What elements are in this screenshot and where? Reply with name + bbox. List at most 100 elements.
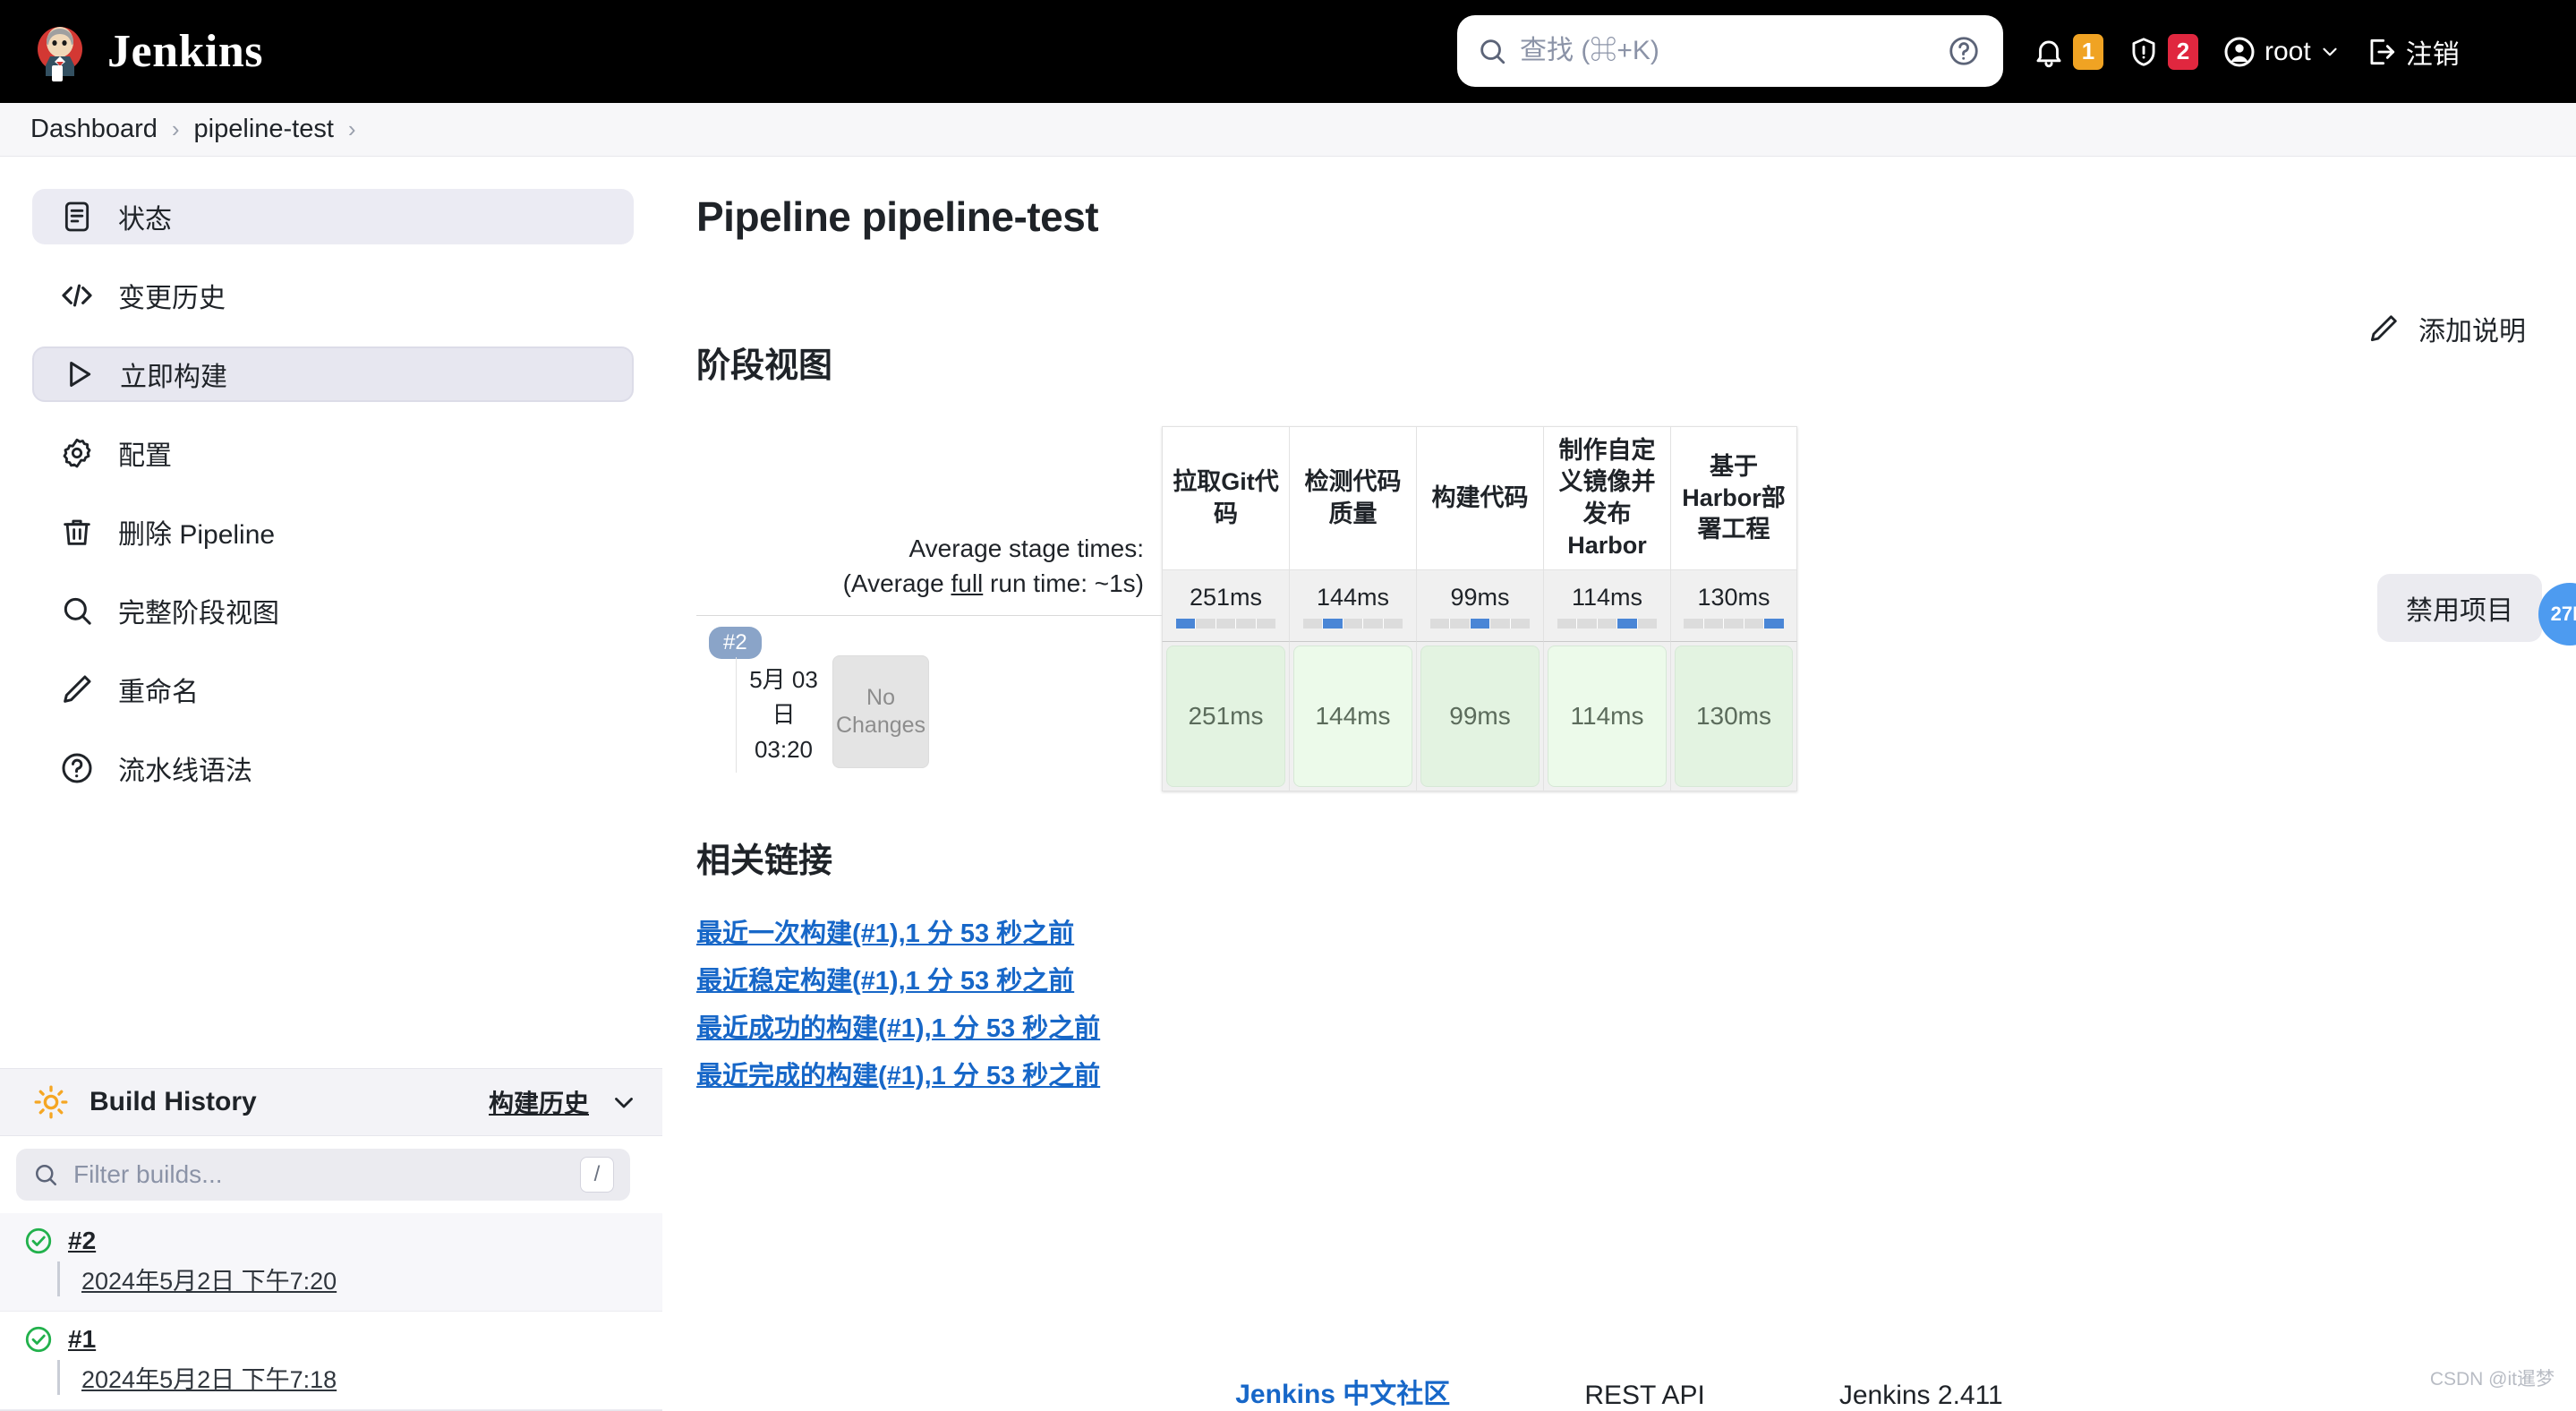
stage-build-number-pill[interactable]: #2 (709, 627, 762, 660)
build-history-header: Build History 构建历史 (0, 1068, 662, 1136)
sun-icon (32, 1083, 70, 1121)
sidebar-item-label: 完整阶段视图 (118, 599, 279, 629)
app-header: Jenkins 1 (0, 0, 2576, 103)
watermark: CSDN @it暹梦 (2429, 1369, 2555, 1390)
trash-icon (59, 514, 95, 550)
question-circle-icon (59, 750, 95, 786)
build-history-panel: Build History 构建历史 / (0, 1068, 662, 1411)
check-circle-icon (23, 1324, 54, 1355)
stage-average-segbar (1684, 618, 1784, 629)
stage-average: 130ms (1670, 569, 1797, 641)
breadcrumb-item-dashboard[interactable]: Dashboard (30, 115, 158, 144)
breadcrumb-item-pipeline-test[interactable]: pipeline-test (194, 115, 334, 144)
logout-button[interactable]: 注销 (2365, 32, 2460, 72)
stage-run-cell[interactable]: 99ms (1420, 646, 1540, 787)
build-number-link[interactable]: #2 (68, 1227, 96, 1255)
stage-average-time: 144ms (1316, 583, 1390, 611)
stage-average-time: 251ms (1189, 583, 1263, 611)
brand-title: Jenkins (107, 26, 264, 77)
sidebar-item-label: 删除 Pipeline (118, 520, 276, 550)
related-link-last-completed[interactable]: 最近完成的构建(#1),1 分 53 秒之前 (696, 1055, 2540, 1092)
stage-column: 检测代码质量 144ms 144ms (1289, 426, 1416, 791)
stage-run-cell[interactable]: 114ms (1548, 646, 1667, 787)
stage-column: 构建代码 99ms 99ms (1416, 426, 1543, 791)
document-icon (59, 199, 95, 235)
stage-name: 构建代码 (1416, 426, 1543, 569)
stage-average-time: 114ms (1571, 583, 1643, 611)
pencil-icon (59, 671, 95, 707)
footer-version: Jenkins 2.411 (1838, 1381, 2003, 1410)
related-links-title: 相关链接 (696, 842, 833, 880)
logout-icon (2365, 35, 2399, 69)
sidebar-item-delete-pipeline[interactable]: 删除 Pipeline (32, 504, 634, 560)
user-menu[interactable]: root (2222, 34, 2341, 70)
stage-columns: 拉取Git代码 251ms 251ms 检测代码质量 144ms 144ms 构… (1162, 426, 1797, 791)
sidebar-item-pipeline-syntax[interactable]: 流水线语法 (32, 740, 634, 796)
sidebar-item-build-now[interactable]: 立即构建 (32, 346, 634, 402)
chevron-down-icon[interactable] (609, 1087, 639, 1117)
sidebar-item-changes[interactable]: 变更历史 (32, 268, 634, 323)
stage-build-meta: 5月 03 日 03:20 (736, 657, 831, 774)
related-link-last-build[interactable]: 最近一次构建(#1),1 分 53 秒之前 (696, 912, 2540, 950)
stage-view: Average stage times: (Average full run t… (696, 426, 2540, 791)
gear-icon (59, 435, 95, 471)
stage-name: 拉取Git代码 (1162, 426, 1289, 569)
notifications-button[interactable]: 1 (2032, 33, 2103, 70)
build-filter-row: / (0, 1136, 662, 1213)
no-changes-box[interactable]: No Changes (832, 655, 929, 769)
stage-average-time: 130ms (1697, 583, 1770, 611)
stage-build-date-line2: 日 (772, 701, 796, 729)
build-history-link[interactable]: 构建历史 (489, 1084, 589, 1120)
build-list-item[interactable]: #2 2024年5月2日 下午7:20 (0, 1213, 662, 1312)
stage-average: 251ms (1162, 569, 1289, 641)
stage-build-row: #2 5月 03 日 03:20 No Changes (696, 615, 1162, 785)
build-date-link[interactable]: 2024年5月2日 下午7:20 (57, 1261, 662, 1296)
bell-icon (2032, 35, 2066, 69)
header-actions: 1 2 root 注销 (2032, 0, 2460, 103)
sidebar-item-label: 变更历史 (118, 284, 226, 313)
stage-average-time: 99ms (1450, 583, 1510, 611)
global-search[interactable] (1457, 15, 2003, 87)
stage-run-cell[interactable]: 144ms (1293, 646, 1412, 787)
add-description-label: 添加说明 (2418, 317, 2526, 346)
chevron-right-icon: › (171, 115, 180, 142)
footer-rest-api-link[interactable]: REST API (1584, 1381, 1705, 1411)
search-icon (32, 1161, 59, 1188)
stage-cell-wrapper: 99ms (1416, 641, 1543, 791)
user-name: root (2265, 36, 2311, 66)
user-circle-icon (2222, 34, 2257, 70)
stage-cell-wrapper: 144ms (1289, 641, 1416, 791)
sidebar-item-label: 立即构建 (120, 363, 227, 392)
chevron-right-icon-2: › (347, 115, 356, 142)
code-icon (59, 278, 95, 313)
stage-name: 基于Harbor部署工程 (1670, 426, 1797, 569)
security-button[interactable]: 2 (2127, 33, 2198, 70)
stage-column: 制作自定义镜像并发布Harbor 114ms 114ms (1543, 426, 1670, 791)
filter-builds-input[interactable] (73, 1160, 566, 1189)
related-link-last-successful[interactable]: 最近成功的构建(#1),1 分 53 秒之前 (696, 1007, 2540, 1045)
sidebar-item-configure[interactable]: 配置 (32, 425, 634, 481)
related-link-last-stable[interactable]: 最近稳定构建(#1),1 分 53 秒之前 (696, 960, 2540, 997)
build-number-link[interactable]: #1 (68, 1325, 96, 1354)
sidebar-item-rename[interactable]: 重命名 (32, 662, 634, 717)
stage-column: 基于Harbor部署工程 130ms 130ms (1670, 426, 1797, 791)
stage-view-title: 阶段视图 (696, 347, 833, 385)
stage-run-cell[interactable]: 251ms (1166, 646, 1285, 787)
search-icon (1477, 36, 1507, 66)
sidebar-item-status[interactable]: 状态 (32, 189, 634, 244)
help-circle-icon[interactable] (1944, 31, 1983, 71)
notification-count-badge: 1 (2073, 33, 2103, 70)
memory-usage-badge[interactable]: 27M (2538, 583, 2576, 646)
sidebar-item-full-stage-view[interactable]: 完整阶段视图 (32, 583, 634, 638)
add-description-button[interactable]: 添加说明 (2367, 309, 2526, 348)
search-input[interactable] (1520, 36, 1944, 66)
jenkins-brand[interactable]: Jenkins (30, 22, 263, 81)
stage-run-cell[interactable]: 130ms (1675, 646, 1793, 787)
build-filter[interactable]: / (16, 1149, 630, 1201)
stage-average-segbar (1175, 618, 1276, 629)
slash-shortcut-key: / (580, 1157, 614, 1193)
footer-community-link[interactable]: Jenkins 中文社区 (1235, 1372, 1450, 1411)
average-full-run-time-line: (Average full run time: ~1s) (842, 569, 1144, 597)
check-circle-icon (23, 1226, 54, 1256)
stage-column: 拉取Git代码 251ms 251ms (1162, 426, 1289, 791)
